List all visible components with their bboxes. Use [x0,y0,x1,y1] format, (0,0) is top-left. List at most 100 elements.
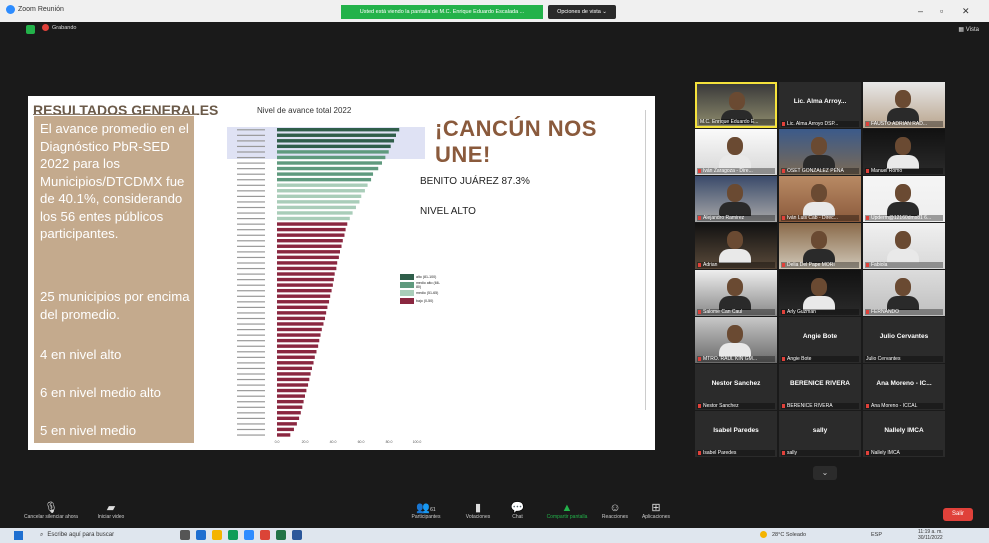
participants-icon: 👥61 [416,502,436,514]
participant-tile[interactable]: Alejandro Ramirez [695,176,777,222]
participant-tile[interactable]: Fabiola [863,223,945,269]
participant-tile[interactable]: OSET GONZÁLEZ PEÑA [779,129,861,175]
zoom-logo-icon [6,5,15,14]
participant-name: sally [787,450,798,456]
chart-category-label [237,156,265,159]
participant-tile[interactable]: Adrian [695,223,777,269]
unmute-label: Cancelar silenciar ahora [24,514,78,520]
taskbar-app-icon[interactable] [292,530,302,540]
participant-tile[interactable]: Angie Bote Angie Bote [779,317,861,363]
start-video-button[interactable]: ▰ Iniciar video [86,502,136,520]
chat-button[interactable]: 💬 Chat [505,502,530,520]
summary-panel: El avance promedio en el Diagnóstico PbR… [34,116,194,443]
leave-meeting-button[interactable]: Salir [943,508,973,521]
view-options-button[interactable]: Opciones de vista ⌄ [548,5,616,19]
participant-tile[interactable]: Iván Luis Cab - Direc... [779,176,861,222]
gallery-next-chevron-icon[interactable]: ⌄ [813,466,837,480]
close-button[interactable]: ✕ [962,6,970,17]
participant-tile[interactable]: MTRO. RAUL KIN GM... [695,317,777,363]
recording-indicator[interactable]: Grabando [42,24,76,31]
chart-bar [277,283,333,287]
chart-category-label [237,423,265,425]
taskbar-app-icon[interactable] [180,530,190,540]
chart-category-label [237,284,265,286]
chart-x-tick-label: 40.0 [330,440,337,444]
chart-category-label [237,345,265,347]
language-indicator[interactable]: ESP [871,532,882,538]
participant-name-label: M.C. Enrique Eduardo E... [699,119,775,125]
maximize-button[interactable]: ▫ [940,6,943,16]
participant-name-label: MTRO. RAUL KIN GM... [697,356,775,362]
chart-category-label [237,212,265,214]
participant-head [895,278,911,296]
share-screen-button[interactable]: ▲ Compartir pantalla [540,502,594,520]
chart-category-label [237,323,265,325]
participant-tile[interactable]: Lic. Alma Arroy... Lic. Alma Arroyo DSP..… [779,82,861,128]
participant-tile[interactable]: Delia Del Pape MORI [779,223,861,269]
chart-bar [277,272,335,276]
participant-tile[interactable]: Julio Cervantes Julio Cervantes [863,317,945,363]
minimize-button[interactable]: – [918,6,923,16]
participants-count: 61 [430,507,436,513]
screen-share-banner[interactable]: Usted está viendo la pantalla de M.C. En… [341,5,543,19]
bar-chart: 0.0 20.0 40.0 60.0 80.0 100.0 [237,128,421,444]
reactions-button[interactable]: ☺ Reacciones [597,502,633,520]
participant-tile[interactable]: Nallely IMCA Nallely IMCA [863,411,945,457]
taskbar-search[interactable]: ⌕ Escribe aquí para buscar [40,530,170,541]
participant-name-label: Delia Del Pape MORI [781,262,859,268]
participant-tile[interactable]: Manuel Romo [863,129,945,175]
participant-tile[interactable]: BERENICE RIVERA BERENICE RIVERA [779,364,861,410]
taskbar-app-icon[interactable] [196,530,206,540]
windows-start-icon[interactable] [14,531,23,540]
participant-tile[interactable]: Nestor Sanchez Nestor Sanchez [695,364,777,410]
participant-tile[interactable]: Upderm@12160dms81 6... [863,176,945,222]
weather-icon [760,531,767,538]
chart-bar [277,155,386,160]
participant-name-label: FAUSTO ADRIAN RAD... [865,121,943,127]
system-clock[interactable]: 11:19 a. m. 30/11/2022 [918,529,943,541]
chart-bar [277,388,307,393]
apps-button[interactable]: ⊞ Aplicaciones [636,502,676,520]
participant-name-label: Salome Can Caul [697,309,775,315]
chart-category-label [237,201,265,203]
muted-microphone-icon [866,122,869,126]
legend-entry: bajo (0-50) [400,297,445,305]
participant-name-label: Arly Guzman [781,309,859,315]
participant-tile[interactable]: Isabel Paredes Isabel Paredes [695,411,777,457]
taskbar-app-icon[interactable] [276,530,286,540]
participant-tile[interactable]: Ana Moreno - IC... Ana Moreno - ICCAL [863,364,945,410]
legend-label: medio (51-65) [416,291,439,295]
weather-text[interactable]: 28°C Soleado [772,532,806,538]
participant-name-label: Alejandro Ramirez [697,215,775,221]
chart-bar [277,205,356,210]
chart-x-tick-label: 80.0 [386,440,393,444]
participant-tile[interactable]: Arly Guzman [779,270,861,316]
taskbar-app-icon[interactable] [228,530,238,540]
chart-bar [277,355,315,359]
security-shield-icon[interactable] [26,25,35,34]
view-button[interactable]: ▦ Vista [958,26,979,33]
polls-button[interactable]: ▮ Votaciones [458,502,498,520]
chart-category-label [237,184,265,186]
apps-label: Aplicaciones [641,514,671,520]
participant-head [895,90,911,108]
participants-button[interactable]: 👥61 Participantes [406,502,446,520]
participant-name: MTRO. RAUL KIN GM... [703,356,757,362]
participant-body [803,202,835,216]
participant-tile[interactable]: Salome Can Caul [695,270,777,316]
taskbar-app-icon[interactable] [212,530,222,540]
unmute-button[interactable]: 🎙 Cancelar silenciar ahora [22,502,80,520]
participant-tile[interactable]: FAUSTO ADRIAN RAD... [863,82,945,128]
participant-name: Julio Cervantes [866,356,901,362]
participant-tile[interactable]: FERNANDO [863,270,945,316]
polls-label: Votaciones [465,514,491,520]
chart-bar [277,422,297,426]
taskbar-app-icon[interactable] [244,530,254,540]
participant-tile[interactable]: Iván Zaragoza - Dire... [695,129,777,175]
taskbar-app-icon[interactable] [260,530,270,540]
chart-bar [277,405,303,409]
chart-category-label [237,334,265,336]
participant-tile[interactable]: sally sally [779,411,861,457]
polls-icon: ▮ [474,502,482,514]
participant-tile[interactable]: M.C. Enrique Eduardo E... [695,82,777,128]
